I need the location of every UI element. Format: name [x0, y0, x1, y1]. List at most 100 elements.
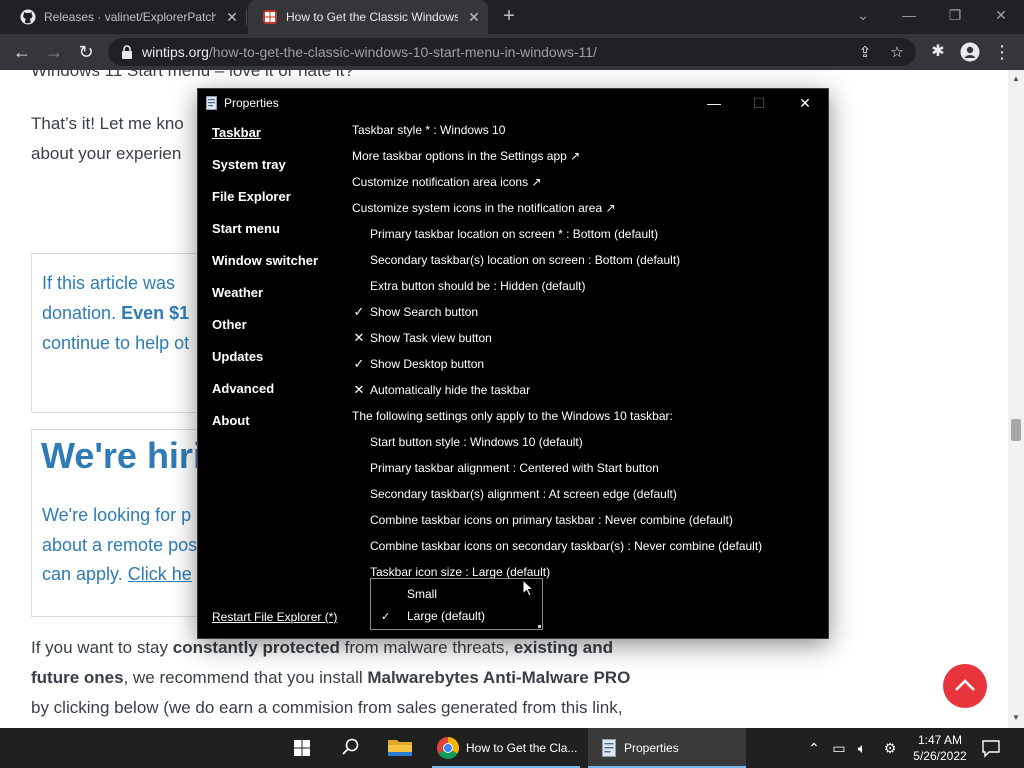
close-window-icon[interactable]: ✕ [989, 4, 1013, 28]
page-text-line: Windows 11 Start menu – love it or hate … [31, 70, 354, 80]
checkmark-icon: ✓ [353, 304, 365, 319]
scroll-thumb[interactable] [1011, 419, 1021, 441]
setting-option[interactable]: Primary taskbar location on screen * : B… [370, 227, 658, 241]
page-text-line: about your experien [31, 144, 182, 163]
url-text: wintips.org/how-to-get-the-classic-windo… [142, 44, 597, 60]
bookmark-star-icon[interactable]: ☆ [887, 43, 907, 63]
share-icon[interactable]: ⇪ [855, 43, 875, 63]
setting-option[interactable]: More taskbar options in the Settings app… [352, 149, 580, 163]
setting-option[interactable]: Show Task view button [370, 331, 492, 345]
donation-text: donation. Even $1 [42, 303, 190, 323]
setting-option[interactable]: Taskbar icon size : Large (default) [370, 565, 550, 579]
new-tab-button[interactable]: + [498, 6, 520, 28]
restart-file-explorer-link[interactable]: Restart File Explorer (*) [212, 610, 337, 624]
chevron-up-icon [955, 679, 975, 691]
donation-text: continue to help ot [42, 333, 190, 353]
tab-title: How to Get the Classic Windows [286, 10, 458, 24]
dropdown-option-large[interactable]: Large (default) [407, 609, 485, 623]
close-icon[interactable]: ✕ [224, 9, 240, 26]
setting-option[interactable]: Extra button should be : Hidden (default… [370, 279, 585, 293]
menu-kebab-icon[interactable]: ⋮ [990, 40, 1014, 64]
github-icon [20, 9, 36, 25]
properties-icon [602, 739, 616, 757]
hiring-text: We're looking for p [42, 505, 192, 525]
nav-item-start-menu[interactable]: Start menu [212, 221, 280, 236]
forward-icon[interactable]: → [42, 40, 66, 64]
setting-option[interactable]: Automatically hide the taskbar [370, 383, 530, 397]
dialog-titlebar[interactable]: Properties — ☐ ✕ [198, 89, 828, 117]
scroll-to-top-button[interactable] [943, 664, 987, 708]
setting-option[interactable]: Show Desktop button [370, 357, 484, 371]
setting-option[interactable]: Customize system icons in the notificati… [352, 201, 616, 215]
search-icon[interactable] [326, 728, 374, 768]
clock-date: 5/26/2022 [913, 749, 967, 763]
windows-start-icon[interactable] [278, 728, 326, 768]
setting-option[interactable]: Combine taskbar icons on primary taskbar… [370, 513, 733, 527]
browser-tab-strip: Releases · valinet/ExplorerPatche ✕ How … [0, 0, 1024, 34]
clock-time: 1:47 AM [917, 733, 963, 747]
tab-releases[interactable]: Releases · valinet/ExplorerPatche ✕ [6, 0, 246, 34]
chrome-icon [437, 737, 459, 759]
dialog-maximize-icon[interactable]: ☐ [747, 93, 771, 113]
minimize-icon[interactable]: — [897, 4, 921, 28]
scroll-down-icon[interactable]: ▼ [1012, 713, 1020, 722]
notification-center-icon[interactable] [981, 738, 1001, 758]
network-icon[interactable]: ▭ [829, 738, 849, 758]
nav-item-weather[interactable]: Weather [212, 285, 263, 300]
dropdown-option-small[interactable]: Small [407, 587, 437, 601]
dialog-close-icon[interactable]: ✕ [793, 93, 817, 113]
nav-item-about[interactable]: About [212, 413, 250, 428]
setting-option[interactable]: Show Search button [370, 305, 478, 319]
donation-box: If this article was donation. Even $1 co… [31, 253, 221, 413]
back-icon[interactable]: ← [10, 40, 34, 64]
tab-title: Releases · valinet/ExplorerPatche [44, 10, 216, 24]
setting-option[interactable]: Start button style : Windows 10 (default… [370, 435, 583, 449]
profile-avatar-icon[interactable] [960, 42, 980, 62]
tab-search-icon[interactable]: ⌄ [851, 4, 875, 28]
properties-dialog: Properties — ☐ ✕ Taskbar System tray File … [197, 88, 829, 639]
nav-item-advanced[interactable]: Advanced [212, 381, 274, 396]
file-explorer-icon[interactable] [376, 728, 424, 768]
nav-item-updates[interactable]: Updates [212, 349, 263, 364]
address-bar[interactable]: wintips.org/how-to-get-the-classic-windo… [108, 38, 916, 66]
taskbar-app-label: Properties [624, 741, 679, 755]
scroll-up-icon[interactable]: ▲ [1012, 74, 1020, 83]
system-clock[interactable]: 1:47 AM 5/26/2022 [906, 732, 974, 764]
taskbar-app-label: How to Get the Cla... [466, 741, 578, 755]
setting-option[interactable]: The following settings only apply to the… [352, 409, 673, 423]
setting-option[interactable]: Secondary taskbar(s) alignment : At scre… [370, 487, 677, 501]
extensions-icon[interactable]: ✱ [926, 40, 950, 64]
nav-item-system-tray[interactable]: System tray [212, 157, 286, 172]
browser-toolbar: ← → ↻ wintips.org/how-to-get-the-classic… [0, 34, 1024, 70]
taskbar-app-properties[interactable]: Properties [588, 728, 746, 768]
nav-item-window-switcher[interactable]: Window switcher [212, 253, 318, 268]
icon-size-dropdown[interactable]: Small ✓ Large (default) [370, 578, 543, 630]
taskbar-app-chrome[interactable]: How to Get the Cla... [432, 728, 584, 768]
wintips-icon [263, 10, 277, 24]
nav-item-other[interactable]: Other [212, 317, 247, 332]
resize-grip[interactable] [538, 625, 541, 628]
hiring-text: can apply. Click he [42, 564, 192, 584]
nav-item-taskbar[interactable]: Taskbar [212, 125, 261, 140]
properties-app-icon [206, 96, 217, 110]
page-text-line: future ones, we recommend that you insta… [31, 668, 631, 687]
tab-wintips-active[interactable]: How to Get the Classic Windows ✕ [248, 0, 488, 34]
nav-item-file-explorer[interactable]: File Explorer [212, 189, 291, 204]
setting-option[interactable]: Primary taskbar alignment : Centered wit… [370, 461, 659, 475]
setting-option[interactable]: Secondary taskbar(s) location on screen … [370, 253, 680, 267]
setting-option[interactable]: Combine taskbar icons on secondary taskb… [370, 539, 762, 553]
dialog-minimize-icon[interactable]: — [702, 93, 726, 113]
page-scrollbar[interactable]: ▲ ▼ [1008, 70, 1024, 728]
click-here-link[interactable]: Click he [128, 564, 192, 584]
windows-taskbar: How to Get the Cla... Properties ⌃ ▭ 🔈︎ … [0, 728, 1024, 768]
settings-gear-icon[interactable]: ⚙ [880, 738, 900, 758]
setting-option[interactable]: Customize notification area icons ↗ [352, 175, 541, 189]
reload-icon[interactable]: ↻ [74, 40, 98, 64]
close-icon[interactable]: ✕ [466, 9, 482, 26]
checkmark-icon: ✓ [353, 356, 365, 371]
checkmark-icon: ✓ [381, 611, 391, 623]
chevron-up-icon[interactable]: ⌃ [804, 738, 824, 758]
volume-icon[interactable]: 🔈︎ [852, 738, 872, 758]
restore-icon[interactable]: ❐ [943, 4, 967, 28]
setting-option[interactable]: Taskbar style * : Windows 10 [352, 123, 505, 137]
